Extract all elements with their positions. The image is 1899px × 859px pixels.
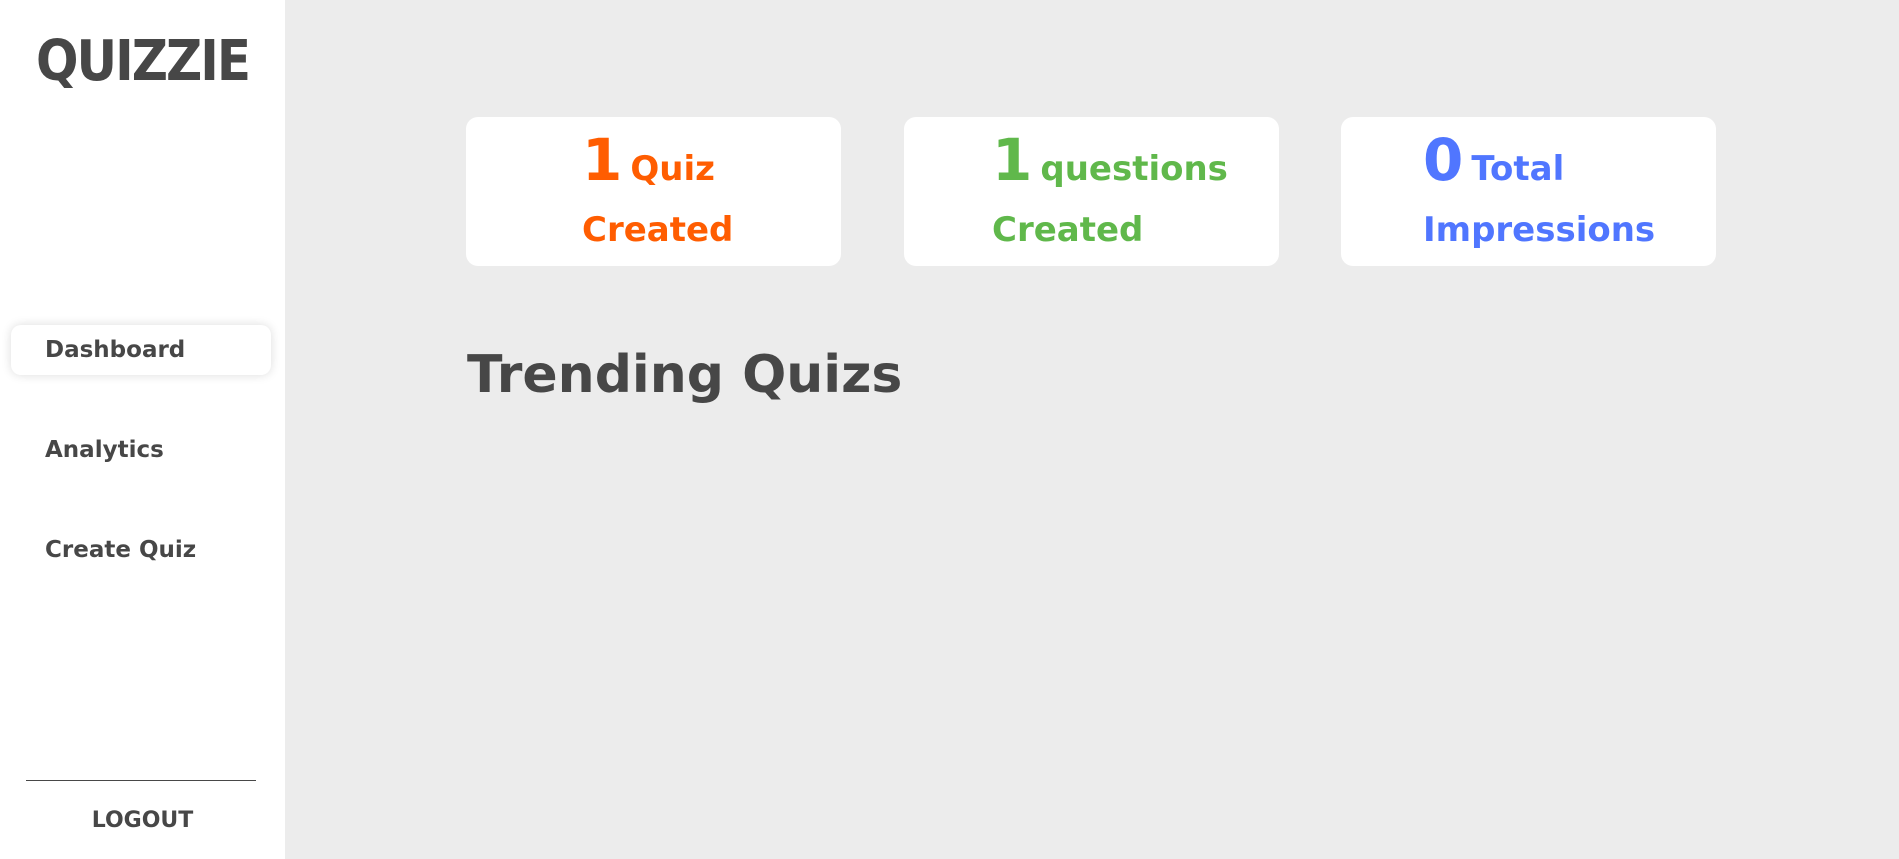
stat-word: questions [1040,149,1228,189]
sidebar-item-dashboard[interactable]: Dashboard [11,325,271,375]
stat-label: Created [992,210,1144,250]
stat-value: 1 [992,126,1033,194]
stat-word: Total [1471,149,1565,189]
sidebar-item-label: Analytics [45,437,164,463]
stat-headline: 1 Quiz [582,131,715,189]
stat-word: Quiz [630,149,715,189]
stat-headline: 0 Total [1423,131,1564,189]
stat-label: Impressions [1423,210,1656,250]
stat-value: 0 [1423,126,1464,194]
sidebar-divider [26,780,256,781]
stat-card-questions: 1 questions Created [904,117,1279,266]
app-logo: QUIZZIE [36,28,251,94]
trending-quizzes-heading: Trending Quizs [467,345,903,405]
sidebar-item-label: Create Quiz [45,537,197,563]
stat-card-impressions: 0 Total Impressions [1341,117,1716,266]
sidebar-item-label: Dashboard [45,337,186,363]
sidebar: QUIZZIE Dashboard Analytics Create Quiz … [0,0,285,859]
stat-label: Created [582,210,734,250]
stat-headline: 1 questions [992,131,1228,189]
stat-card-quizzes: 1 Quiz Created [466,117,841,266]
stat-value: 1 [582,126,623,194]
main-content: 1 Quiz Created 1 questions Created 0 Tot… [285,0,1899,859]
sidebar-item-analytics[interactable]: Analytics [11,425,271,475]
logout-button[interactable]: LOGOUT [0,808,285,833]
sidebar-item-create-quiz[interactable]: Create Quiz [11,525,271,575]
